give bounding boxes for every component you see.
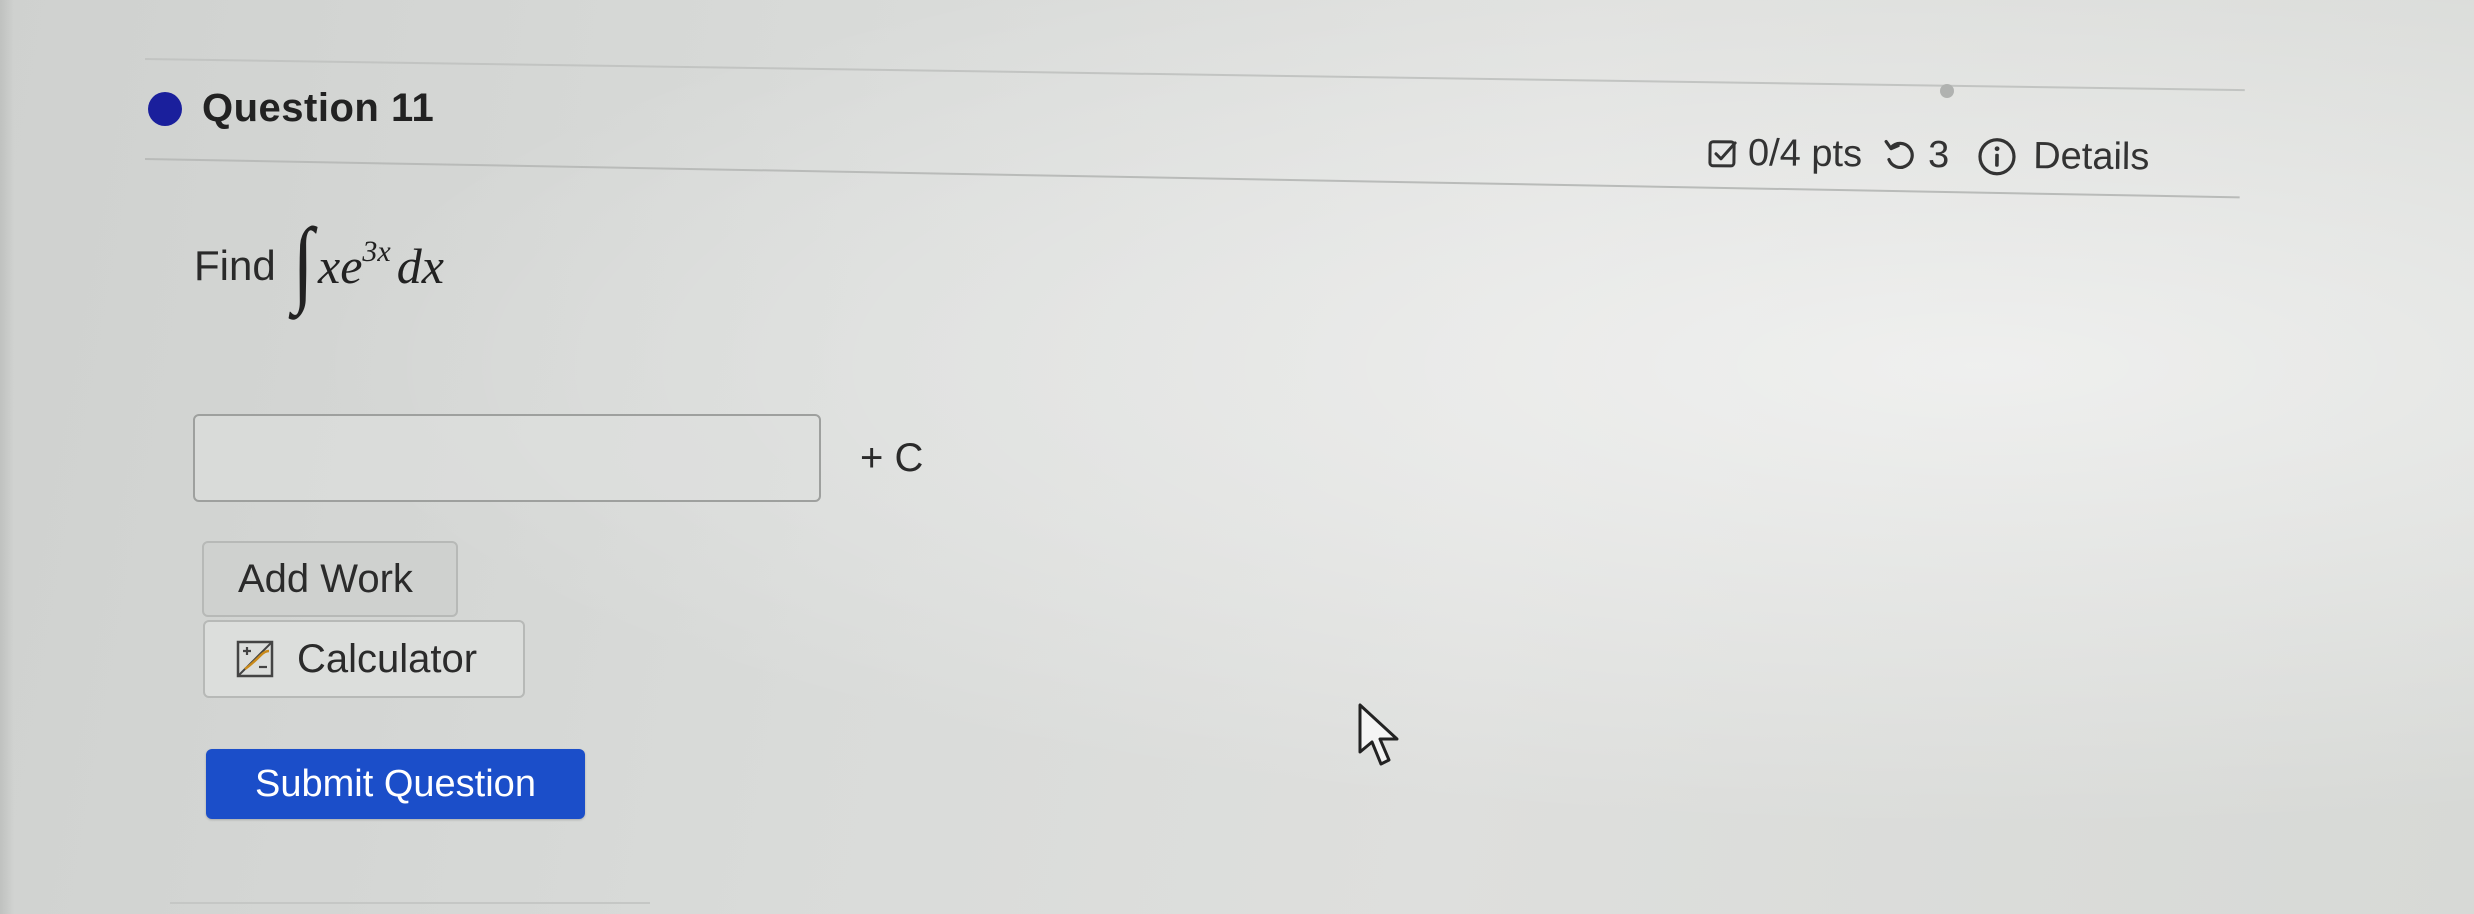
constant-suffix: + C [860, 436, 924, 480]
screen-speck [1940, 84, 1954, 98]
screen-edge [0, 0, 14, 914]
answer-input[interactable] [193, 414, 821, 502]
integrand-e: e [340, 238, 363, 294]
calculator-label: Calculator [297, 636, 478, 681]
calculator-button[interactable]: Calculator [203, 620, 525, 698]
points-label: 0/4 pts [1747, 132, 1863, 176]
top-divider [144, 58, 2245, 92]
calculator-icon [236, 640, 274, 678]
question-status-dot [148, 91, 182, 126]
bottom-divider [170, 902, 650, 904]
submit-question-button[interactable]: Submit Question [206, 749, 585, 819]
integral-sign: ∫ [292, 208, 314, 315]
submit-label: Submit Question [255, 762, 536, 805]
info-icon[interactable] [1977, 136, 2017, 176]
add-work-button[interactable]: Add Work [202, 541, 458, 617]
question-prompt: Find ∫ x e 3x dx [194, 214, 444, 314]
checkbox-icon [1708, 139, 1737, 167]
integrand-x: x [318, 238, 341, 294]
add-work-label: Add Work [238, 556, 413, 601]
mouse-cursor-icon [1358, 703, 1399, 766]
question-header: Question 11 [148, 86, 434, 131]
details-link[interactable]: Details [2033, 135, 2150, 179]
question-title: Question 11 [202, 86, 435, 130]
question-meta-bar: 0/4 pts 3 Details [1708, 132, 2150, 180]
retry-icon [1884, 139, 1914, 169]
exponent: 3x [362, 235, 391, 268]
prompt-word: Find [194, 242, 276, 289]
differential: dx [396, 238, 444, 294]
integral-expression: ∫ x e 3x dx [290, 214, 444, 314]
attempts-count: 3 [1927, 133, 1950, 177]
